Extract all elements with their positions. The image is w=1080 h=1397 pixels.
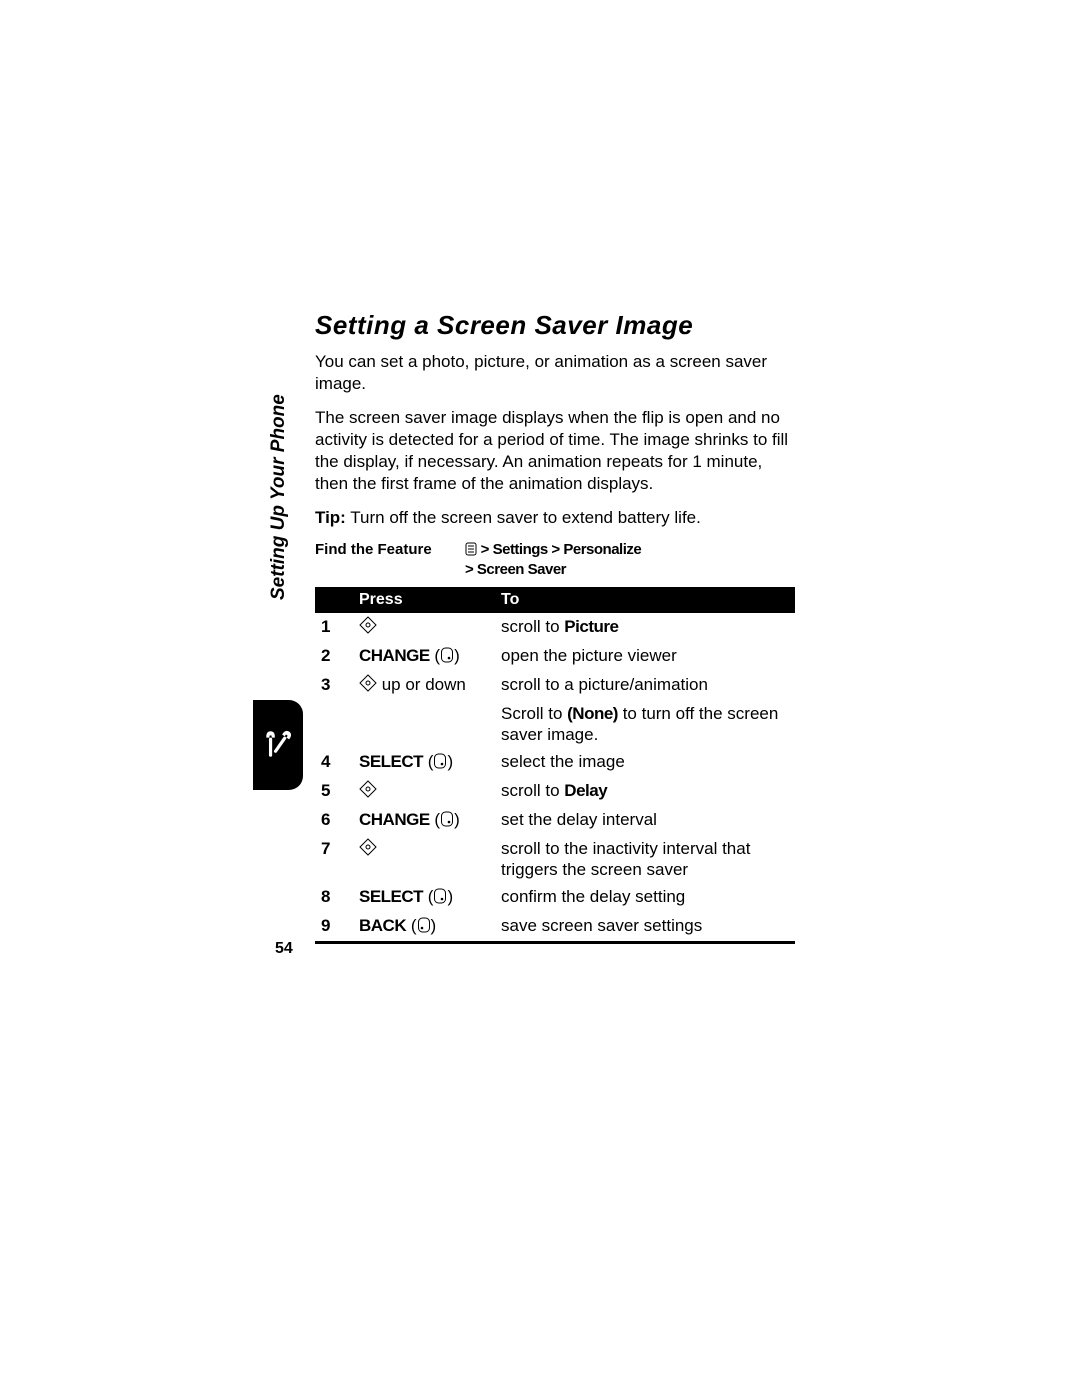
nav-key-icon (359, 674, 377, 697)
step-number: 8 (315, 883, 353, 912)
tip-paragraph: Tip: Turn off the screen saver to extend… (315, 507, 795, 529)
step-number (315, 700, 353, 748)
table-row: 3 up or down scroll to a picture/animatio… (315, 671, 795, 700)
step-description: select the image (495, 748, 795, 777)
step-description: scroll to Delay (495, 777, 795, 806)
nav-key-icon (359, 780, 377, 803)
action-key-label: SELECT (359, 752, 423, 771)
table-row: 6CHANGE () set the delay interval (315, 806, 795, 835)
find-the-feature: Find the Feature > Settings > Personaliz… (315, 541, 795, 579)
step-number: 9 (315, 912, 353, 943)
step-description: save screen saver settings (495, 912, 795, 943)
step-action: BACK () (353, 912, 495, 943)
page-heading: Setting a Screen Saver Image (315, 310, 795, 341)
step-action (353, 700, 495, 748)
ftf-path-line1: > Settings > Personalize (477, 541, 641, 558)
tip-label: Tip: (315, 508, 346, 527)
page: Setting Up Your Phone Setting a Screen S… (0, 0, 1080, 1397)
step-action (353, 835, 495, 883)
step-action: SELECT () (353, 883, 495, 912)
step-action: up or down (353, 671, 495, 700)
desc-pre: select the image (501, 752, 625, 771)
step-number: 6 (315, 806, 353, 835)
nav-key-icon (359, 838, 377, 861)
desc-pre: scroll to (501, 617, 564, 636)
step-description: scroll to the inactivity interval that t… (495, 835, 795, 883)
col-press: Press (353, 587, 495, 613)
desc-bold: (None) (567, 704, 618, 723)
step-description: open the picture viewer (495, 642, 795, 671)
desc-pre: scroll to a picture/animation (501, 675, 708, 694)
action-key-label: SELECT (359, 887, 423, 906)
desc-pre: scroll to (501, 781, 564, 800)
action-key-label: BACK (359, 916, 406, 935)
step-description: Scroll to (None) to turn off the screen … (495, 700, 795, 748)
section-tab-icon (253, 700, 303, 790)
wrench-icon (261, 728, 295, 762)
nav-key-icon (359, 616, 377, 639)
desc-bold: Delay (564, 781, 607, 800)
find-the-feature-path: > Settings > Personalize > Screen Saver (465, 541, 795, 579)
desc-pre: save screen saver settings (501, 916, 702, 935)
step-number: 1 (315, 613, 353, 642)
step-number: 3 (315, 671, 353, 700)
step-number: 5 (315, 777, 353, 806)
step-action: CHANGE () (353, 806, 495, 835)
table-row: 7 scroll to the inactivity interval that … (315, 835, 795, 883)
steps-table: Press To 1scroll to Picture2CHANGE ()ope… (315, 587, 795, 944)
step-number: 2 (315, 642, 353, 671)
intro-paragraph-2: The screen saver image displays when the… (315, 407, 795, 495)
ftf-path-line2: > Screen Saver (465, 561, 566, 578)
action-key-label: CHANGE (359, 810, 430, 829)
step-action (353, 777, 495, 806)
desc-pre: set the delay interval (501, 810, 657, 829)
desc-pre: Scroll to (501, 704, 567, 723)
soft-key-icon (417, 917, 431, 938)
table-row: 4SELECT () select the image (315, 748, 795, 777)
step-description: set the delay interval (495, 806, 795, 835)
desc-pre: open the picture viewer (501, 646, 677, 665)
step-action (353, 613, 495, 642)
desc-pre: scroll to the inactivity interval that t… (501, 839, 750, 879)
desc-bold: Picture (564, 617, 618, 636)
step-description: confirm the delay setting (495, 883, 795, 912)
step-description: scroll to a picture/animation (495, 671, 795, 700)
table-row: 9BACK () save screen saver settings (315, 912, 795, 943)
step-action: SELECT () (353, 748, 495, 777)
find-the-feature-label: Find the Feature (315, 541, 465, 579)
table-row: 5 scroll to Delay (315, 777, 795, 806)
menu-key-icon (465, 542, 477, 561)
soft-key-icon (440, 647, 454, 668)
tip-text: Turn off the screen saver to extend batt… (346, 508, 701, 527)
step-number: 7 (315, 835, 353, 883)
soft-key-icon (433, 888, 447, 909)
table-row: Scroll to (None) to turn off the screen … (315, 700, 795, 748)
soft-key-icon (440, 811, 454, 832)
table-row: 1 scroll to Picture (315, 613, 795, 642)
col-to: To (495, 587, 795, 613)
table-row: 2CHANGE () open the picture viewer (315, 642, 795, 671)
desc-pre: confirm the delay setting (501, 887, 685, 906)
action-key-label: CHANGE (359, 646, 430, 665)
soft-key-icon (433, 753, 447, 774)
action-suffix: up or down (377, 675, 466, 694)
page-number: 54 (275, 940, 293, 958)
section-side-label: Setting Up Your Phone (268, 394, 290, 600)
col-blank (315, 587, 353, 613)
table-row: 8SELECT () confirm the delay setting (315, 883, 795, 912)
intro-paragraph-1: You can set a photo, picture, or animati… (315, 351, 795, 395)
step-action: CHANGE () (353, 642, 495, 671)
content-column: Setting a Screen Saver Image You can set… (315, 310, 795, 944)
step-number: 4 (315, 748, 353, 777)
step-description: scroll to Picture (495, 613, 795, 642)
